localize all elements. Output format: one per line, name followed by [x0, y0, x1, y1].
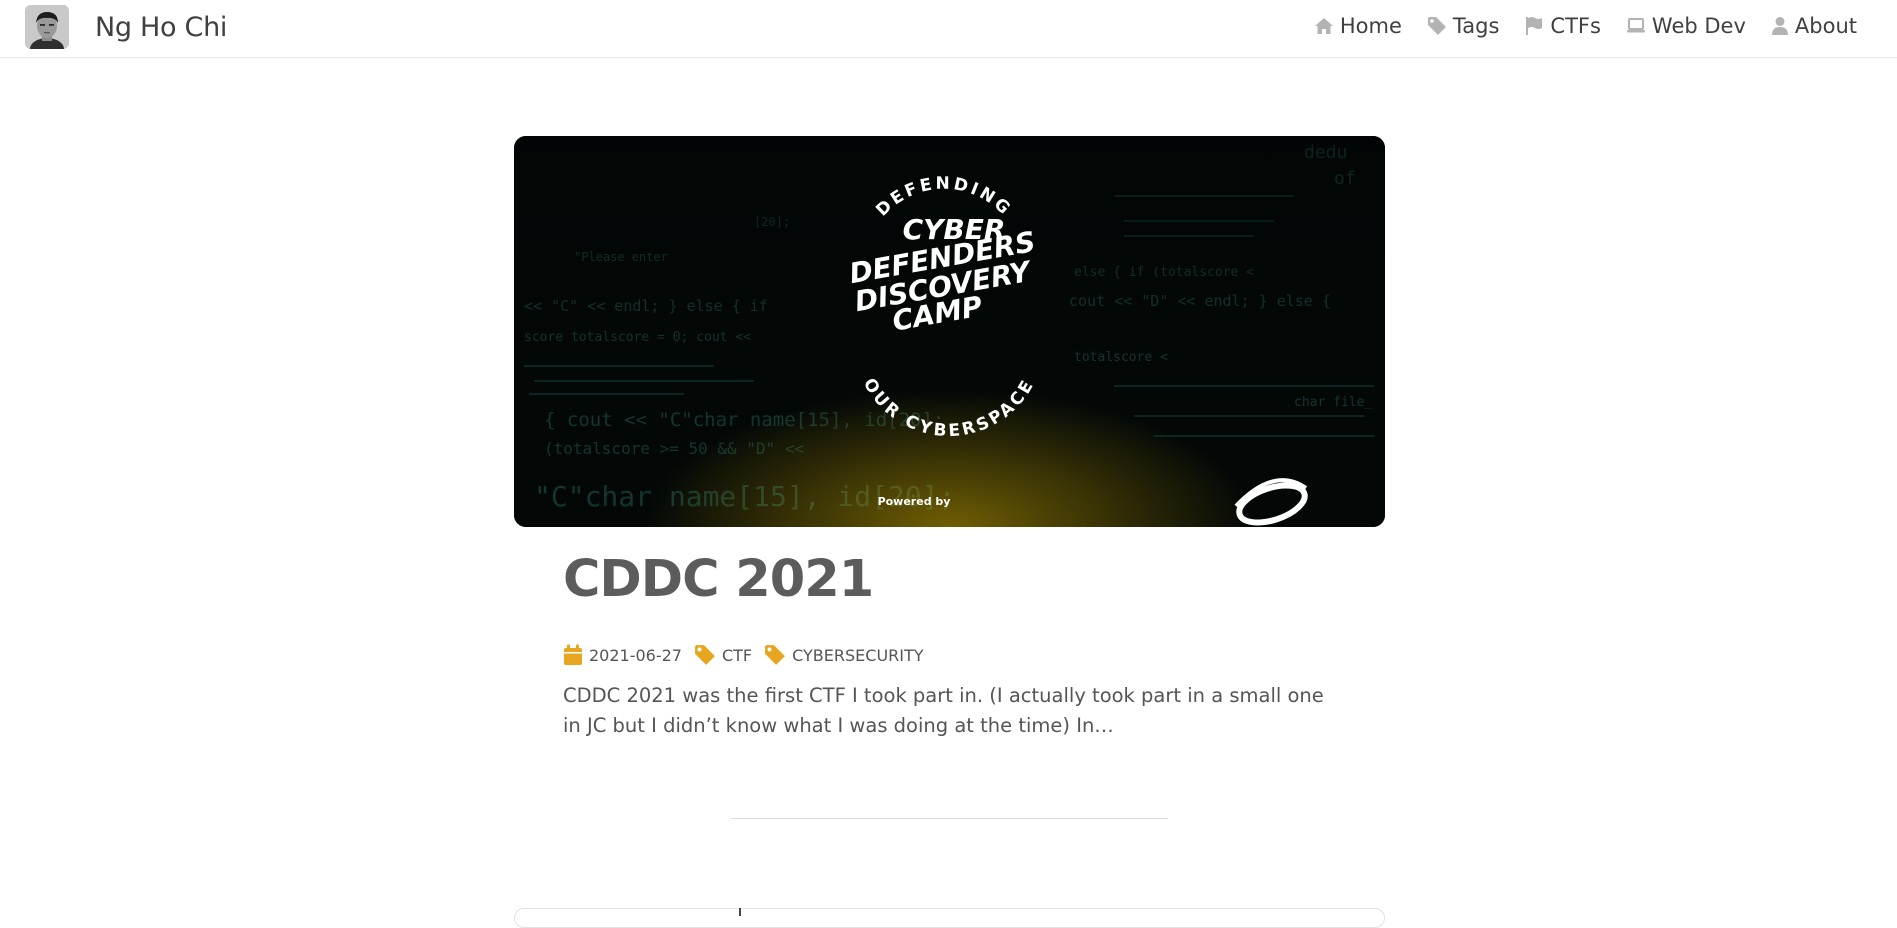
nav-item-ctfs[interactable]: CTFs [1524, 14, 1601, 38]
site-title[interactable]: Ng Ho Chi [95, 12, 227, 43]
tag-icon [695, 645, 715, 665]
tag-link-cybersecurity[interactable]: CYBERSECURITY [792, 646, 923, 665]
next-post-card[interactable] [514, 908, 1385, 928]
nav-item-tags[interactable]: Tags [1427, 14, 1500, 38]
flag-icon [1526, 17, 1543, 35]
main-nav: Home Tags CTFs Web Dev About [1289, 0, 1857, 52]
post-meta: 2021-06-27 CTF CYBERSECURITY [563, 644, 936, 666]
nav-item-label: CTFs [1550, 14, 1601, 38]
post-excerpt: CDDC 2021 was the first CTF I took part … [563, 684, 1324, 737]
post-tag[interactable]: CTF [694, 644, 752, 666]
tag-icon [765, 645, 786, 665]
calendar-icon [564, 644, 582, 665]
post-divider [731, 818, 1168, 819]
nav-item-about[interactable]: About [1771, 14, 1857, 38]
nav-item-label: Home [1339, 14, 1402, 38]
nav-item-label: About [1794, 14, 1857, 38]
tag-link-ctf[interactable]: CTF [722, 646, 752, 665]
post-tag[interactable]: CYBERSECURITY [764, 644, 924, 666]
post-cover-image[interactable]: << "C" << endl; } else { if score totals… [514, 136, 1385, 527]
post-date-text: 2021-06-27 [589, 645, 682, 665]
laptop-icon [1626, 18, 1645, 33]
user-icon [1771, 17, 1788, 35]
post-date: 2021-06-27 [563, 644, 682, 666]
home-icon [1314, 18, 1333, 34]
brand-link[interactable]: Ng Ho Chi [25, 5, 227, 49]
nav-item-label: Tags [1452, 14, 1500, 38]
nav-item-home[interactable]: Home [1314, 14, 1402, 38]
profile-avatar[interactable] [25, 5, 69, 49]
nav-item-web-dev[interactable]: Web Dev [1626, 14, 1746, 38]
post-title-link[interactable]: CDDC 2021 [563, 550, 874, 609]
nav-item-label: Web Dev [1651, 14, 1746, 38]
powered-by-text: Powered by [878, 495, 951, 508]
tag-icon [1427, 17, 1446, 35]
top-navbar: Ng Ho Chi Home Tags CTFs Web Dev About [0, 0, 1897, 58]
